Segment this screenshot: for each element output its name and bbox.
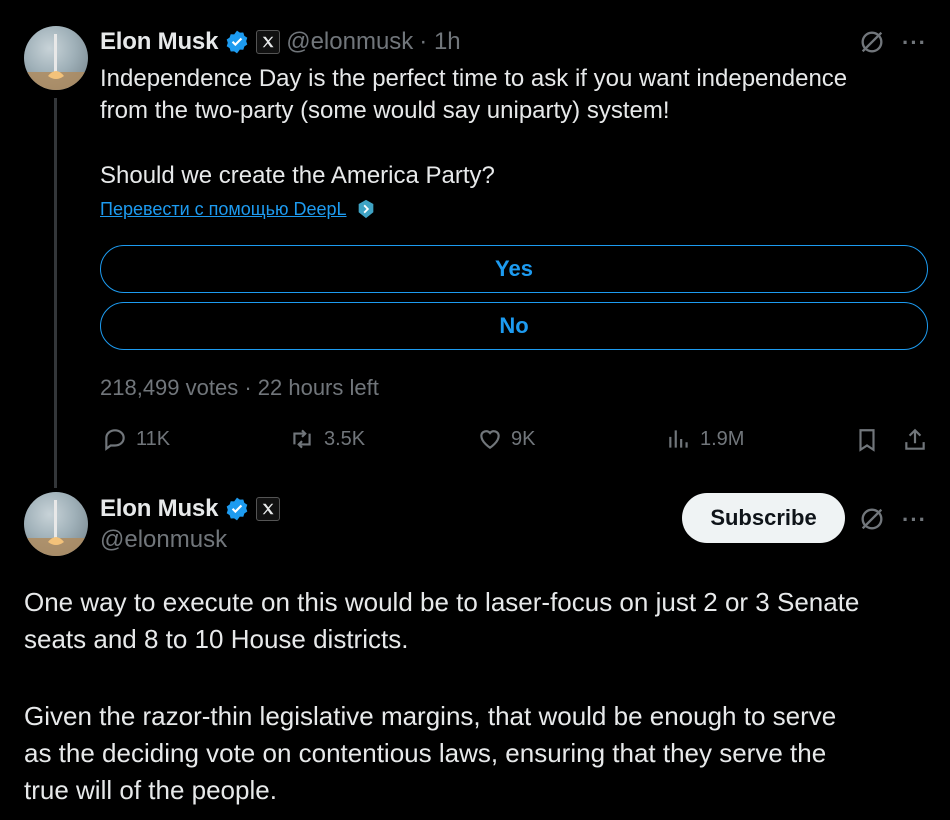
views-count: 1.9M [700,427,745,450]
poll-option-yes[interactable]: Yes [100,245,928,293]
heart-icon [480,430,500,449]
tweet-text: One way to execute on this would be to l… [24,584,934,809]
grok-icon[interactable] [858,505,886,538]
views-button[interactable]: 1.9M [666,426,744,452]
verified-badge-icon[interactable] [224,496,250,522]
reply-icon [105,429,125,451]
reply-button[interactable]: 11K [102,426,170,452]
author-handle[interactable]: @elonmusk [286,28,413,56]
tweet-text-line: Should we create the America Party? [100,162,495,189]
tweet-text-spacer [24,658,934,698]
poll-option-no[interactable]: No [100,302,928,350]
like-button[interactable]: 9K [477,426,535,452]
like-count: 9K [511,427,536,450]
author-handle[interactable]: @elonmusk [100,526,227,554]
x-affiliation-icon[interactable] [256,497,281,521]
tweet-text-line: true will of the people. [24,775,277,805]
subscribe-button[interactable]: Subscribe [682,493,845,543]
tweet-text-line: Given the razor-thin legislative margins… [24,701,837,731]
translate-row: Перевести с помощью DeepL [100,198,377,220]
author-name[interactable]: Elon Musk [100,495,218,523]
poll-meta: 218,499 votes · 22 hours left [100,375,379,400]
avatar[interactable] [24,26,88,90]
tweet-text-line: Independence Day is the perfect time to … [100,65,848,92]
repost-button[interactable]: 3.5K [288,426,365,452]
deepl-icon [358,199,373,219]
views-icon [669,430,688,448]
grok-icon[interactable] [858,28,886,61]
author-name[interactable]: Elon Musk [100,28,218,56]
tweet-text-line: One way to execute on this would be to l… [24,587,860,617]
bookmark-icon[interactable] [854,426,880,459]
reply-count: 11K [136,427,171,450]
avatar[interactable] [24,492,88,556]
thread-connector-line [54,98,57,488]
tweet-header: Elon Musk [100,493,281,525]
tweet-timestamp[interactable]: · 1h [419,28,460,56]
tweet-text-line: seats and 8 to 10 House districts. [24,624,409,654]
verified-badge-icon[interactable] [224,29,250,55]
tweet-text-line: from the two-party (some would say unipa… [100,97,670,124]
repost-count: 3.5K [324,427,366,450]
translate-link[interactable]: Перевести с помощью DeepL [100,199,347,220]
more-options-icon[interactable]: ··· [902,30,927,56]
tweet-text: Independence Day is the perfect time to … [100,63,920,192]
repost-icon [293,429,311,449]
tweet-text-line: as the deciding vote on contentious laws… [24,738,827,768]
tweet-text-spacer [100,127,920,160]
x-affiliation-icon[interactable] [256,30,281,54]
more-options-icon[interactable]: ··· [902,507,927,533]
tweet-header: Elon Musk @elonmusk · 1h [100,26,461,58]
share-icon[interactable] [902,426,928,459]
